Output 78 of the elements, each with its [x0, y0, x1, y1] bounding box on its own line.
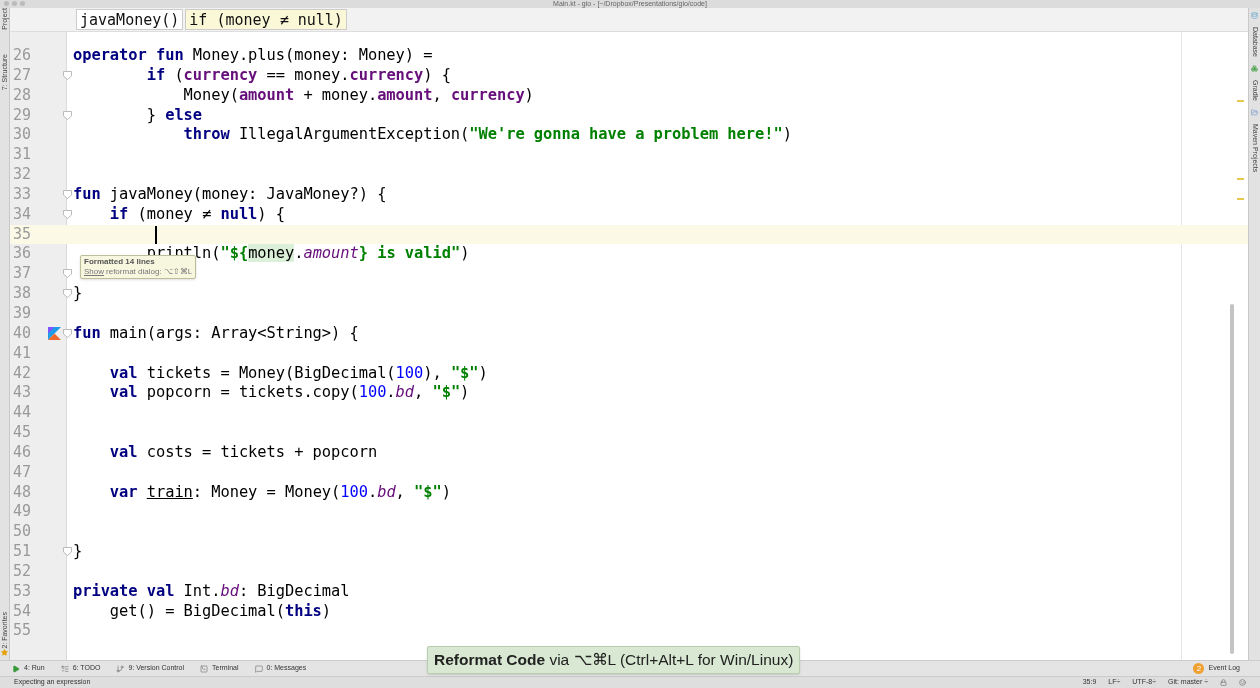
terminal-icon — [200, 664, 209, 673]
message-icon — [254, 664, 263, 673]
error-stripe-mark — [1237, 100, 1244, 102]
star-icon — [1, 649, 8, 656]
fold-marker-icon[interactable] — [63, 328, 72, 338]
code-line: fun main(args: Array<String>) { — [73, 323, 359, 344]
fold-marker-icon[interactable] — [63, 110, 72, 120]
code-line: throw IllegalArgumentException("We're gonna have a problem here!") — [182, 125, 792, 146]
line-number: 27 — [12, 65, 33, 86]
branch-icon — [116, 664, 125, 673]
fold-marker-icon[interactable] — [63, 189, 72, 199]
code-line: operator fun Money.plus(money: Money) = — [73, 46, 433, 66]
line-number: 55 — [12, 621, 33, 642]
minimize-button[interactable] — [12, 1, 17, 6]
code-line: } — [73, 542, 83, 562]
line-number: 29 — [12, 105, 33, 126]
line-number: 32 — [12, 165, 33, 185]
code-line: Money(amount + money.amount, currency) — [182, 85, 534, 106]
kotlin-icon[interactable] — [48, 327, 61, 341]
checklist-icon — [60, 664, 69, 673]
close-button[interactable] — [4, 1, 9, 6]
code-line: } — [73, 284, 83, 304]
line-number: 30 — [12, 125, 33, 146]
line-number: 35 — [12, 224, 33, 245]
line-number: 54 — [12, 601, 33, 622]
code-line: get() = BigDecimal(this) — [108, 601, 332, 622]
line-number: 34 — [12, 204, 33, 225]
text-cursor — [155, 225, 157, 244]
line-number: 47 — [12, 462, 33, 483]
code-line: if (currency == money.currency) { — [145, 65, 451, 86]
line-number: 40 — [12, 323, 33, 344]
line-number: 31 — [12, 145, 33, 166]
line-number: 36 — [12, 244, 33, 265]
fold-marker-icon[interactable] — [63, 70, 72, 80]
breadcrumb[interactable]: javaMoney() — [76, 9, 184, 30]
code-line: private val Int.bd: BigDecimal — [73, 581, 350, 602]
smiley-icon[interactable] — [1239, 679, 1246, 686]
code-line: val tickets = Money(BigDecimal(100), "$") — [108, 363, 488, 384]
line-number: 43 — [12, 383, 33, 404]
line-number: 51 — [12, 542, 33, 562]
code-line: var train: Money = Money(100.bd, "$") — [108, 482, 451, 503]
line-number: 49 — [12, 502, 33, 523]
error-stripe-mark — [1237, 178, 1244, 180]
line-number: 28 — [12, 85, 33, 106]
code-line: val costs = tickets + popcorn — [108, 442, 378, 463]
line-number: 26 — [12, 46, 33, 66]
database-icon — [1251, 12, 1258, 19]
code-line: val popcorn = tickets.copy(100.bd, "$") — [108, 383, 470, 404]
code-line: if (money ≠ null) { — [108, 204, 285, 225]
line-number: 48 — [12, 482, 33, 503]
line-number: 44 — [12, 403, 33, 424]
line-number: 50 — [12, 522, 33, 543]
tooltip-title: Formatted 14 lines — [84, 257, 155, 267]
tooltip-text: reformat dialog: ⌥⇧⌘L — [106, 267, 193, 277]
lock-icon[interactable] — [1220, 679, 1227, 686]
line-number: 37 — [12, 264, 33, 285]
banner-text: Reformat Code via ⌥⌘L (Ctrl+Alt+L for Win/Linux) — [434, 650, 794, 671]
code-line: fun javaMoney(money: JavaMoney?) { — [73, 184, 387, 205]
zoom-button[interactable] — [20, 1, 25, 6]
error-stripe-mark — [1237, 198, 1244, 200]
line-number: 45 — [12, 423, 33, 443]
line-number: 33 — [12, 184, 33, 205]
play-icon — [12, 664, 20, 673]
reformat-dialog-link[interactable]: Show — [84, 267, 104, 277]
fold-marker-icon[interactable] — [63, 269, 72, 279]
fold-marker-icon[interactable] — [63, 289, 72, 299]
line-number: 41 — [12, 343, 33, 364]
line-number: 46 — [12, 442, 33, 463]
fold-marker-icon[interactable] — [63, 209, 72, 219]
breadcrumb[interactable]: if (money ≠ null) — [185, 9, 347, 30]
code-line: } else — [145, 105, 203, 126]
line-number: 52 — [12, 561, 33, 582]
line-number: 53 — [12, 581, 33, 602]
line-number: 38 — [12, 284, 33, 304]
line-number: 42 — [12, 363, 33, 384]
fold-marker-icon[interactable] — [63, 547, 72, 557]
scrollbar-thumb[interactable] — [1230, 304, 1234, 654]
line-number: 39 — [12, 303, 33, 324]
